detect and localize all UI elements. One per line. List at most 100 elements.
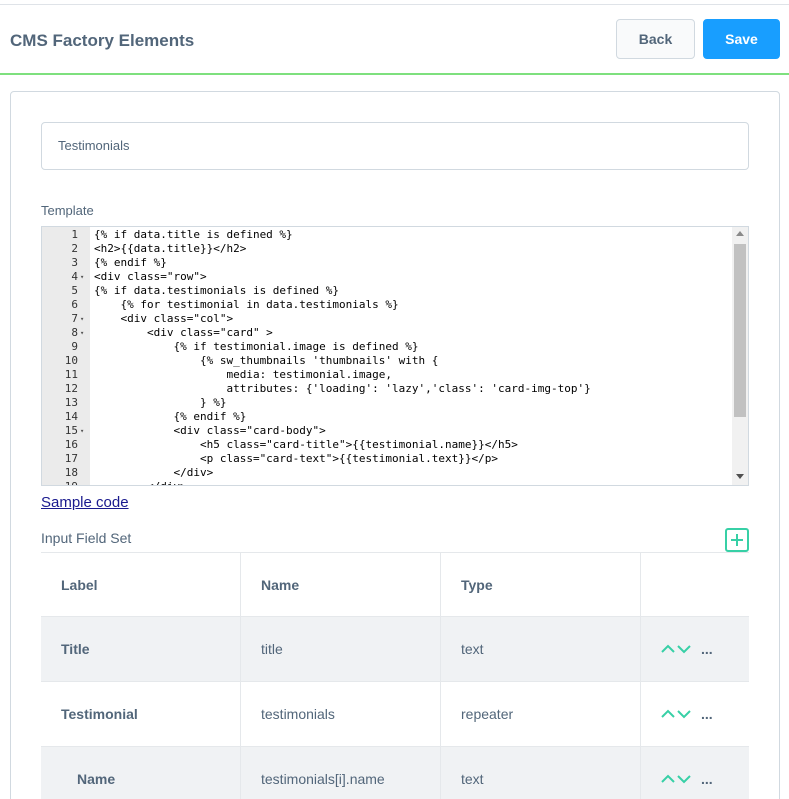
fold-toggle-icon[interactable]: ▾ [80,424,84,438]
code-line[interactable]: 8 ▾ <div class="card" > [42,326,732,340]
code-text: {% endif %} [94,410,247,423]
table-row: Name testimonials[i].name text ... [41,747,749,799]
page-header: CMS Factory Elements Back Save [0,5,789,74]
code-text: <p class="card-text">{{testimonial.text}… [94,452,498,465]
table-row: Title title text ... [41,617,749,682]
code-text: <div class="col"> [94,312,234,325]
code-line[interactable]: 2 <h2>{{data.title}}</h2> [42,242,732,256]
code-text: <div class="card" > [94,326,273,339]
line-number: 4 [71,270,78,283]
more-icon[interactable]: ... [701,772,713,786]
header-border [0,73,789,75]
code-text: </div> [94,466,214,479]
row-type: text [441,747,641,799]
line-number: 16 [64,438,78,451]
code-text: {% if data.testimonials is defined %} [94,284,340,297]
row-label: Name [41,747,241,799]
fold-toggle-icon[interactable]: ▾ [80,326,84,340]
line-number: 1 [71,228,78,241]
back-button[interactable]: Back [616,19,695,59]
sample-code-link[interactable]: Sample code [41,494,129,511]
row-type: repeater [441,682,641,746]
row-name: testimonials [241,682,441,746]
line-number: 2 [71,242,78,255]
code-text: <h5 class="card-title">{{testimonial.nam… [94,438,518,451]
code-line[interactable]: 7 ▾ <div class="col"> [42,312,732,326]
line-number: 5 [71,284,78,297]
column-header-actions [641,553,749,616]
line-number: 3 [71,256,78,269]
scroll-up-arrow-icon[interactable] [736,231,744,236]
more-icon[interactable]: ... [701,642,713,656]
editor-scrollbar[interactable] [732,227,748,485]
code-text: {% sw_thumbnails 'thumbnails' with { [94,354,439,367]
more-icon[interactable]: ... [701,707,713,721]
scroll-down-arrow-icon[interactable] [736,474,744,479]
chevron-up-down-icon[interactable] [661,772,693,786]
code-text: <div class="card-body"> [94,424,326,437]
line-number: 11 [64,368,78,381]
code-line[interactable]: 12 attributes: {'loading': 'lazy','class… [42,382,732,396]
line-number: 6 [71,298,78,311]
row-actions: ... [641,747,749,799]
fold-toggle-icon[interactable]: ▾ [80,270,84,284]
line-number: 18 [64,466,78,479]
code-line[interactable]: 16 <h5 class="card-title">{{testimonial.… [42,438,732,452]
table-row: Testimonial testimonials repeater ... [41,682,749,747]
save-button[interactable]: Save [703,19,780,59]
line-number: 7 [71,312,78,325]
code-text: {% if testimonial.image is defined %} [94,340,419,353]
code-text: } %} [94,396,227,409]
row-actions: ... [641,682,749,746]
row-name: testimonials[i].name [241,747,441,799]
chevron-up-down-icon[interactable] [661,707,693,721]
line-number: 8 [71,326,78,339]
code-line[interactable]: 1 {% if data.title is defined %} [42,228,732,242]
row-label: Title [41,617,241,681]
line-number: 12 [64,382,78,395]
scroll-thumb[interactable] [734,244,746,417]
code-text: media: testimonial.image, [94,368,393,381]
add-field-button[interactable] [725,528,749,552]
column-header-type[interactable]: Type [441,553,641,616]
code-line[interactable]: 3 {% endif %} [42,256,732,270]
code-text: </div> [94,480,187,485]
column-header-label[interactable]: Label [41,553,241,616]
line-number: 13 [64,396,78,409]
template-label: Template [41,203,94,218]
code-line[interactable]: 11 media: testimonial.image, [42,368,732,382]
line-number: 19 [42,480,78,485]
line-number: 17 [64,452,78,465]
code-text: {% for testimonial in data.testimonials … [94,298,399,311]
page-title: CMS Factory Elements [10,31,195,50]
code-text: {% endif %} [94,256,167,269]
element-name-input[interactable]: Testimonials [41,122,749,170]
code-line[interactable]: 18 </div> [42,466,732,480]
code-line[interactable]: 5 {% if data.testimonials is defined %} [42,284,732,298]
chevron-up-down-icon[interactable] [661,642,693,656]
line-number: 15 [64,424,78,437]
code-line[interactable]: 14 {% endif %} [42,410,732,424]
line-number: 14 [64,410,78,423]
template-code-editor[interactable]: 1 {% if data.title is defined %} 2 <h2>{{da… [41,226,749,486]
input-field-set-label: Input Field Set [41,530,132,546]
row-actions: ... [641,617,749,681]
column-header-name[interactable]: Name [241,553,441,616]
row-label: Testimonial [41,682,241,746]
code-line[interactable]: 17 <p class="card-text">{{testimonial.te… [42,452,732,466]
code-line[interactable]: 9 {% if testimonial.image is defined %} [42,340,732,354]
line-number: 10 [64,354,78,367]
code-text: attributes: {'loading': 'lazy','class': … [94,382,591,395]
code-line[interactable]: 4 ▾ <div class="row"> [42,270,732,284]
code-line[interactable]: 13 } %} [42,396,732,410]
code-line[interactable]: 10 {% sw_thumbnails 'thumbnails' with { [42,354,732,368]
code-line[interactable]: 15 ▾ <div class="card-body"> [42,424,732,438]
fold-toggle-icon[interactable]: ▾ [80,312,84,326]
code-line[interactable]: 6 {% for testimonial in data.testimonial… [42,298,732,312]
code-line[interactable]: 19 </div> [42,480,732,485]
row-name: title [241,617,441,681]
code-text: <h2>{{data.title}}</h2> [94,242,247,255]
grid-header-row: Label Name Type [41,552,749,617]
row-type: text [441,617,641,681]
line-number: 9 [71,340,78,353]
